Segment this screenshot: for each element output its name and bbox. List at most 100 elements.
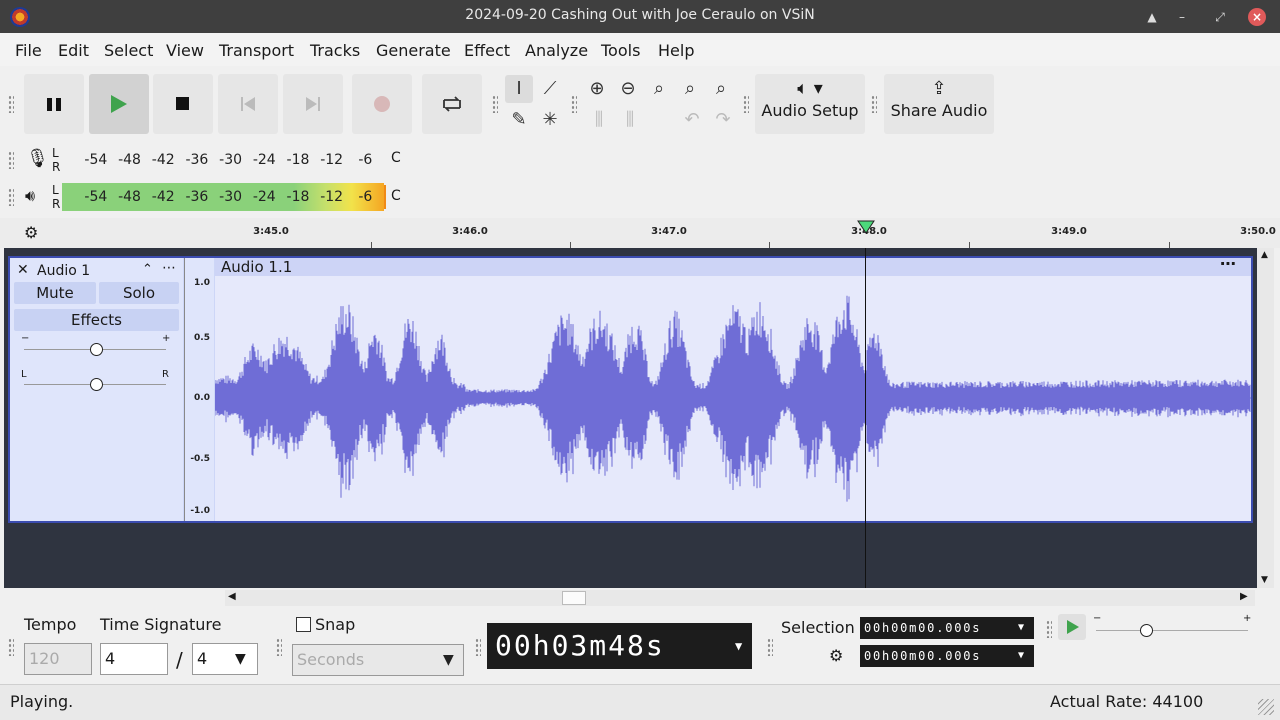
tempo-input[interactable]: 120	[24, 643, 92, 675]
gain-minus-label: −	[21, 333, 30, 344]
envelope-tool-icon[interactable]: ⟋	[536, 75, 564, 103]
meter-scale-label: -24	[252, 189, 276, 205]
stop-button[interactable]	[153, 74, 213, 134]
scroll-right-icon[interactable]: ▶	[1240, 591, 1248, 602]
skip-end-icon	[306, 97, 320, 111]
ts-numerator-input[interactable]: 4	[100, 643, 168, 675]
zoom-toggle-icon[interactable]: ⌕	[707, 75, 735, 103]
track-control-panel: ✕ Audio 1 ⌃ ⋯ Mute Solo Effects − + L R	[10, 258, 183, 521]
menu-tools[interactable]: Tools	[601, 41, 640, 60]
menu-tracks[interactable]: Tracks	[310, 41, 360, 60]
menu-generate[interactable]: Generate	[376, 41, 451, 60]
ts-denominator-select[interactable]: 4 ▼	[192, 643, 258, 675]
clip-menu-icon[interactable]: ⋯	[1220, 254, 1236, 273]
loop-button[interactable]	[422, 74, 482, 134]
window-shade-icon[interactable]: ▲	[1143, 8, 1161, 26]
share-audio-button[interactable]: ⇪ Share Audio	[884, 74, 994, 134]
snap-unit-select[interactable]: Seconds ▼	[292, 644, 464, 676]
zoom-out-icon[interactable]: ⊖	[614, 75, 642, 103]
horizontal-scroll-thumb[interactable]	[562, 591, 586, 605]
gain-slider-thumb[interactable]	[90, 343, 103, 356]
redo-icon[interactable]: ↷	[709, 106, 737, 134]
close-icon[interactable]: ×	[1248, 8, 1266, 26]
collapse-track-icon[interactable]: ⌃	[142, 262, 153, 277]
scroll-up-icon[interactable]: ▲	[1261, 250, 1268, 260]
pause-button[interactable]	[24, 74, 84, 134]
effects-button[interactable]: Effects	[14, 309, 179, 331]
toolbar-grip[interactable]	[8, 188, 14, 206]
selection-start-value: 00h00m00.000s	[864, 621, 982, 635]
clip-header[interactable]: Audio 1.1 ⋯	[215, 254, 1251, 276]
audio-setup-button[interactable]: 🔈︎ ▾ Audio Setup	[755, 74, 865, 134]
playhead-marker-icon[interactable]	[857, 220, 875, 234]
menu-effect[interactable]: Effect	[464, 41, 510, 60]
toolbar-grip[interactable]	[475, 638, 481, 656]
record-button[interactable]	[352, 74, 412, 134]
minimize-icon[interactable]: –	[1173, 8, 1191, 26]
toolbar-grip[interactable]	[8, 638, 14, 656]
play-at-speed-button[interactable]	[1058, 614, 1086, 640]
silence-icon[interactable]: ⫼	[616, 106, 644, 134]
draw-tool-icon[interactable]: ✎	[505, 106, 533, 134]
pan-right-label: R	[162, 369, 169, 380]
horizontal-scrollbar[interactable]: ◀ ▶	[225, 590, 1255, 606]
scroll-left-icon[interactable]: ◀	[228, 591, 236, 602]
timeline-ruler[interactable]: ⚙ 3:45.0 3:46.0 3:47.0 3:48.0 3:49.0 3:5…	[0, 218, 1280, 248]
snap-checkbox[interactable]	[296, 617, 311, 632]
microphone-icon[interactable]: 🎙︎	[26, 148, 49, 169]
meter-scale-label: -54	[84, 189, 108, 205]
playhead-line	[865, 248, 866, 588]
trim-icon[interactable]: ⫼	[585, 106, 613, 134]
play-button[interactable]	[89, 74, 149, 134]
menu-select[interactable]: Select	[104, 41, 153, 60]
toolbar-grip[interactable]	[492, 95, 498, 113]
menu-file[interactable]: File	[15, 41, 42, 60]
multi-tool-icon[interactable]: ✳	[536, 106, 564, 134]
menu-analyze[interactable]: Analyze	[525, 41, 588, 60]
selection-tool-icon[interactable]: I	[505, 75, 533, 103]
record-clip-indicator: C	[391, 150, 401, 166]
toolbar-grip[interactable]	[276, 638, 282, 656]
undo-icon[interactable]: ↶	[678, 106, 706, 134]
skip-start-button[interactable]	[218, 74, 278, 134]
play-speed-slider[interactable]	[1096, 630, 1248, 631]
play-speed-thumb[interactable]	[1140, 624, 1153, 637]
amplitude-scale[interactable]: 1.0 0.5 0.0 -0.5 -1.0	[184, 258, 214, 521]
waveform[interactable]	[215, 258, 1251, 521]
selection-start-field[interactable]: 00h00m00.000s ▼	[860, 617, 1034, 639]
mute-button[interactable]: Mute	[14, 282, 96, 304]
meter-scale-label: -42	[151, 189, 175, 205]
channel-right-label: R	[52, 197, 61, 211]
menu-edit[interactable]: Edit	[58, 41, 89, 60]
maximize-icon[interactable]: ⤢	[1211, 8, 1229, 26]
toolbar-grip[interactable]	[1046, 620, 1052, 638]
toolbar-grip[interactable]	[8, 95, 14, 113]
toolbar-grip[interactable]	[767, 638, 773, 656]
menu-help[interactable]: Help	[658, 41, 694, 60]
toolbar-grip[interactable]	[743, 95, 749, 113]
menu-transport[interactable]: Transport	[219, 41, 294, 60]
pause-icon	[47, 98, 61, 111]
track-menu-icon[interactable]: ⋯	[162, 260, 176, 276]
pan-slider-thumb[interactable]	[90, 378, 103, 391]
scroll-down-icon[interactable]: ▼	[1261, 575, 1268, 585]
timeline-settings-gear-icon[interactable]: ⚙	[24, 223, 38, 242]
fit-selection-icon[interactable]: ⌕	[645, 75, 673, 103]
menu-view[interactable]: View	[166, 41, 204, 60]
resize-grip-icon[interactable]	[1258, 699, 1274, 715]
vertical-scrollbar[interactable]: ▲ ▼	[1257, 248, 1274, 588]
skip-end-button[interactable]	[283, 74, 343, 134]
selection-end-field[interactable]: 00h00m00.000s ▼	[860, 645, 1034, 667]
solo-button[interactable]: Solo	[99, 282, 179, 304]
zoom-in-icon[interactable]: ⊕	[583, 75, 611, 103]
track-name[interactable]: Audio 1	[37, 263, 90, 279]
audio-clip[interactable]	[215, 258, 1251, 521]
close-track-icon[interactable]: ✕	[17, 262, 29, 278]
toolbar-grip[interactable]	[571, 95, 577, 113]
fit-project-icon[interactable]: ⌕	[676, 75, 704, 103]
speaker-meter-icon[interactable]: 🔊︎	[25, 186, 35, 206]
time-display[interactable]: 00h03m48s ▼	[487, 623, 752, 669]
selection-settings-gear-icon[interactable]: ⚙	[829, 646, 843, 665]
toolbar-grip[interactable]	[8, 151, 14, 169]
toolbar-grip[interactable]	[871, 95, 877, 113]
